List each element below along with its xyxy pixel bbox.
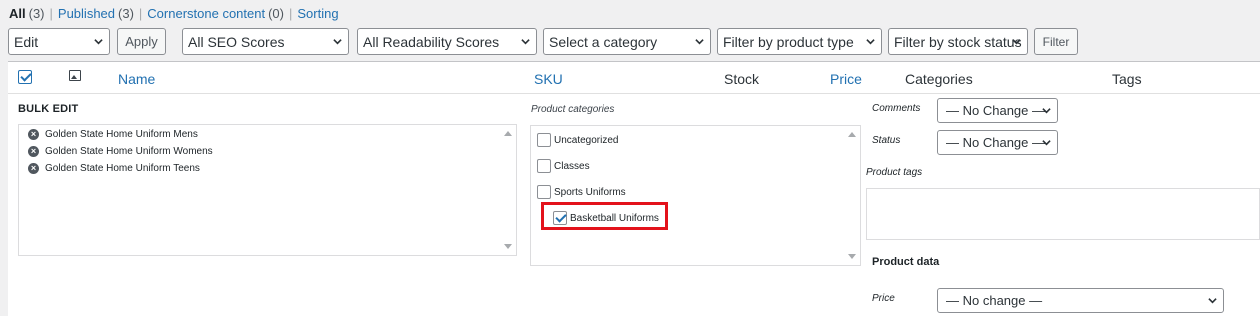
bulk-titles-list: × Golden State Home Uniform Mens × Golde…: [18, 124, 517, 256]
status-label: Status: [872, 135, 901, 146]
product-tags-textarea[interactable]: [866, 188, 1260, 240]
price-label: Price: [872, 293, 895, 304]
product-tags-label: Product tags: [866, 167, 923, 178]
view-cornerstone-count: (0): [268, 5, 284, 21]
product-type-filter[interactable]: Filter by product type: [717, 28, 882, 55]
column-tags: Tags: [1112, 71, 1142, 87]
remove-icon[interactable]: ×: [28, 129, 39, 140]
readability-value: All Readability Scores: [363, 33, 500, 50]
comments-label: Comments: [872, 103, 921, 114]
chevron-down-icon: [1208, 298, 1217, 304]
column-price[interactable]: Price: [830, 71, 862, 87]
chevron-down-icon: [521, 39, 530, 45]
product-data-heading: Product data: [872, 256, 940, 268]
price-value: — No change —: [946, 293, 1043, 308]
column-sku[interactable]: SKU: [534, 71, 563, 87]
categories-label: Product categories: [531, 104, 615, 115]
scroll-down-icon[interactable]: [504, 244, 512, 249]
comments-select[interactable]: — No Change —: [937, 98, 1058, 123]
category-label: Uncategorized: [554, 134, 619, 146]
select-all-checkbox[interactable]: [18, 70, 32, 84]
separator: |: [288, 5, 293, 21]
chevron-down-icon: [866, 39, 875, 45]
chevron-down-icon: [1012, 39, 1021, 45]
item-title: Golden State Home Uniform Teens: [45, 163, 200, 174]
list-item: × Golden State Home Uniform Teens: [28, 163, 200, 174]
view-all-count: (3): [28, 5, 45, 21]
apply-button[interactable]: Apply: [117, 28, 166, 55]
bulk-edit-title: BULK EDIT: [18, 103, 79, 115]
categories-checklist: Uncategorized Classes Sports Uniforms Ba…: [530, 125, 861, 266]
stock-status-value: Filter by stock status: [894, 33, 1022, 50]
checkbox[interactable]: [537, 159, 551, 173]
filter-button[interactable]: Filter: [1034, 28, 1078, 55]
image-icon: [69, 70, 81, 81]
comments-value: — No Change —: [946, 103, 1045, 118]
readability-filter[interactable]: All Readability Scores: [357, 28, 537, 55]
scroll-up-icon[interactable]: [848, 132, 856, 137]
category-filter[interactable]: Select a category: [543, 28, 711, 55]
list-item: × Golden State Home Uniform Womens: [28, 146, 213, 157]
checkbox[interactable]: [537, 185, 551, 199]
item-title: Golden State Home Uniform Mens: [45, 129, 198, 140]
category-filter-value: Select a category: [549, 33, 658, 50]
category-uncategorized[interactable]: Uncategorized: [537, 133, 618, 147]
view-published[interactable]: Published: [58, 6, 115, 21]
item-title: Golden State Home Uniform Womens: [45, 146, 213, 157]
stock-status-filter[interactable]: Filter by stock status: [888, 28, 1028, 55]
separator: |: [49, 5, 53, 21]
category-classes[interactable]: Classes: [537, 159, 590, 173]
status-value: — No Change —: [946, 135, 1045, 150]
chevron-down-icon: [1042, 108, 1051, 114]
column-name[interactable]: Name: [118, 71, 155, 87]
status-select[interactable]: — No Change —: [937, 130, 1058, 155]
view-published-count: (3): [118, 5, 134, 21]
highlight-box: [541, 202, 668, 230]
chevron-down-icon: [333, 39, 342, 45]
column-stock: Stock: [724, 71, 760, 87]
category-label: Classes: [554, 160, 590, 172]
category-sports-uniforms[interactable]: Sports Uniforms: [537, 185, 626, 199]
scrollbar[interactable]: [845, 127, 859, 264]
column-categories: Categories: [905, 71, 973, 87]
separator: |: [138, 5, 143, 21]
seo-score-value: All SEO Scores: [188, 33, 285, 50]
list-item: × Golden State Home Uniform Mens: [28, 129, 198, 140]
seo-score-filter[interactable]: All SEO Scores: [182, 28, 349, 55]
chevron-down-icon: [1042, 140, 1051, 146]
scroll-up-icon[interactable]: [504, 131, 512, 136]
chevron-down-icon: [695, 39, 704, 45]
bulk-action-value: Edit: [14, 33, 39, 50]
scrollbar[interactable]: [501, 126, 515, 254]
chevron-down-icon: [94, 39, 103, 45]
bulk-edit-panel: BULK EDIT × Golden State Home Uniform Me…: [8, 94, 1260, 316]
table-header: Name SKU Stock Price Categories Tags: [8, 61, 1260, 94]
category-label: Sports Uniforms: [554, 186, 626, 198]
remove-icon[interactable]: ×: [28, 163, 39, 174]
price-select[interactable]: — No change —: [937, 288, 1224, 313]
view-filters: All (3) | Published (3) | Cornerstone co…: [9, 5, 339, 21]
view-all[interactable]: All: [9, 6, 26, 21]
view-cornerstone[interactable]: Cornerstone content: [147, 6, 265, 21]
scroll-down-icon[interactable]: [848, 254, 856, 259]
remove-icon[interactable]: ×: [28, 146, 39, 157]
view-sorting[interactable]: Sorting: [297, 6, 338, 21]
product-type-value: Filter by product type: [723, 33, 854, 50]
checkbox[interactable]: [537, 133, 551, 147]
bulk-action-select[interactable]: Edit: [8, 28, 110, 55]
